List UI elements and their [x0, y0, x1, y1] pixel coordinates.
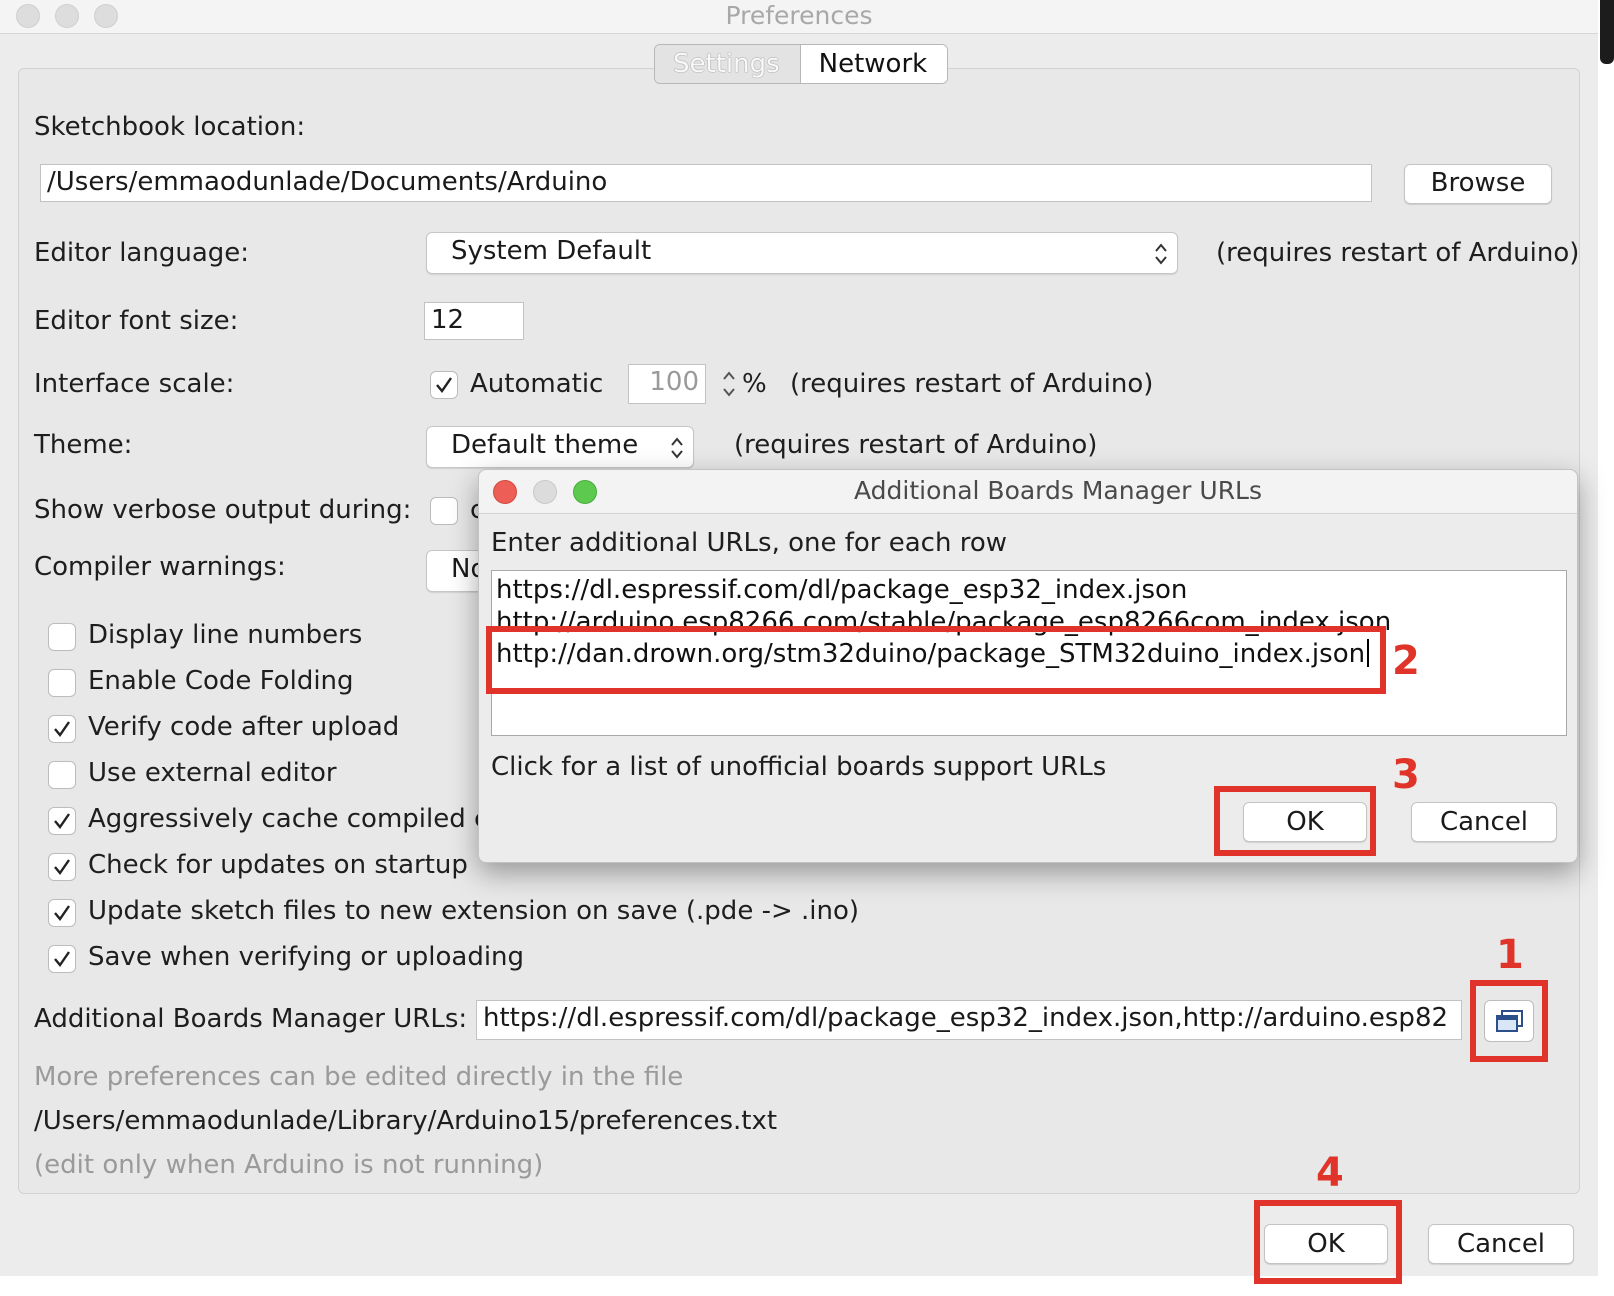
annotation-box-2: [486, 626, 1386, 694]
annotation-box-1: [1470, 980, 1548, 1062]
external-editor-checkbox[interactable]: [48, 761, 76, 789]
language-restart-note: (requires restart of Arduino): [1216, 238, 1580, 268]
unofficial-boards-link[interactable]: Click for a list of unofficial boards su…: [491, 752, 1106, 782]
cache-compiled-label: Aggressively cache compiled co: [88, 804, 505, 834]
update-extension-label: Update sketch files to new extension on …: [88, 896, 860, 926]
verbose-compilation-checkbox[interactable]: [430, 497, 458, 525]
compiler-warnings-label: Compiler warnings:: [34, 552, 286, 582]
dialog-cancel-button[interactable]: Cancel: [1411, 802, 1557, 842]
tab-settings[interactable]: Settings: [655, 45, 801, 83]
window-title: Preferences: [725, 1, 873, 30]
annotation-number-1: 1: [1496, 932, 1524, 978]
font-size-field[interactable]: 12: [424, 302, 524, 340]
automatic-label: Automatic: [470, 369, 604, 399]
automatic-checkbox[interactable]: [430, 371, 458, 399]
theme-restart-note: (requires restart of Arduino): [734, 430, 1098, 460]
theme-value: Default theme: [451, 430, 639, 460]
check-updates-checkbox[interactable]: [48, 853, 76, 881]
annotation-number-4: 4: [1316, 1150, 1344, 1196]
tab-network[interactable]: Network: [800, 45, 948, 83]
checkmark-icon: [54, 905, 70, 921]
desktop-edge: [1598, 0, 1614, 1296]
tab-bar: Settings Network: [654, 44, 949, 84]
editor-language-select[interactable]: System Default: [426, 232, 1178, 274]
cache-compiled-checkbox[interactable]: [48, 807, 76, 835]
checkmark-icon: [436, 377, 452, 393]
annotation-number-3: 3: [1392, 752, 1420, 798]
annotation-number-2: 2: [1392, 638, 1420, 684]
boards-urls-label: Additional Boards Manager URLs:: [34, 1004, 468, 1034]
dialog-title: Additional Boards Manager URLs: [853, 476, 1263, 505]
edit-note: (edit only when Arduino is not running): [34, 1150, 544, 1180]
editor-language-value: System Default: [451, 236, 652, 266]
editor-language-label: Editor language:: [34, 238, 250, 268]
checkmark-icon: [54, 859, 70, 875]
annotation-box-4: [1254, 1200, 1402, 1284]
boards-urls-field[interactable]: https://dl.espressif.com/dl/package_esp3…: [476, 1000, 1462, 1040]
verify-after-upload-label: Verify code after upload: [88, 712, 400, 742]
external-editor-label: Use external editor: [88, 758, 337, 788]
more-prefs-note: More preferences can be edited directly …: [34, 1062, 684, 1092]
updown-chevron-icon: [671, 437, 683, 459]
checkmark-icon: [54, 813, 70, 829]
interface-scale-label: Interface scale:: [34, 369, 235, 399]
checkmark-icon: [54, 721, 70, 737]
window-titlebar: Preferences: [0, 0, 1598, 34]
url-line: https://dl.espressif.com/dl/package_esp3…: [496, 575, 1188, 605]
update-extension-checkbox[interactable]: [48, 899, 76, 927]
theme-select[interactable]: Default theme: [426, 426, 694, 468]
sketchbook-path-field[interactable]: /Users/emmaodunlade/Documents/Arduino: [40, 164, 1372, 202]
check-updates-label: Check for updates on startup: [88, 850, 468, 880]
font-size-label: Editor font size:: [34, 306, 239, 336]
display-line-numbers-checkbox[interactable]: [48, 623, 76, 651]
code-folding-label: Enable Code Folding: [88, 666, 354, 696]
theme-label: Theme:: [34, 430, 133, 460]
browse-button[interactable]: Browse: [1404, 164, 1552, 204]
scale-restart-note: (requires restart of Arduino): [790, 369, 1154, 399]
code-folding-checkbox[interactable]: [48, 669, 76, 697]
prefs-path: /Users/emmaodunlade/Library/Arduino15/pr…: [34, 1106, 778, 1136]
save-when-verifying-checkbox[interactable]: [48, 945, 76, 973]
save-when-verifying-label: Save when verifying or uploading: [88, 942, 525, 972]
dialog-titlebar: Additional Boards Manager URLs: [479, 470, 1577, 514]
scale-stepper[interactable]: [718, 365, 740, 403]
scale-field[interactable]: 100: [628, 364, 706, 404]
sketchbook-label: Sketchbook location:: [34, 112, 306, 142]
dialog-instruction: Enter additional URLs, one for each row: [491, 528, 1008, 558]
percent-label: %: [742, 369, 767, 399]
desktop-scrollbar: [1600, 0, 1614, 64]
checkmark-icon: [54, 951, 70, 967]
updown-chevron-icon: [1155, 243, 1167, 265]
verbose-label: Show verbose output during:: [34, 495, 412, 525]
annotation-box-3: [1214, 786, 1376, 856]
display-line-numbers-label: Display line numbers: [88, 620, 363, 650]
verify-after-upload-checkbox[interactable]: [48, 715, 76, 743]
preferences-cancel-button[interactable]: Cancel: [1428, 1224, 1574, 1264]
